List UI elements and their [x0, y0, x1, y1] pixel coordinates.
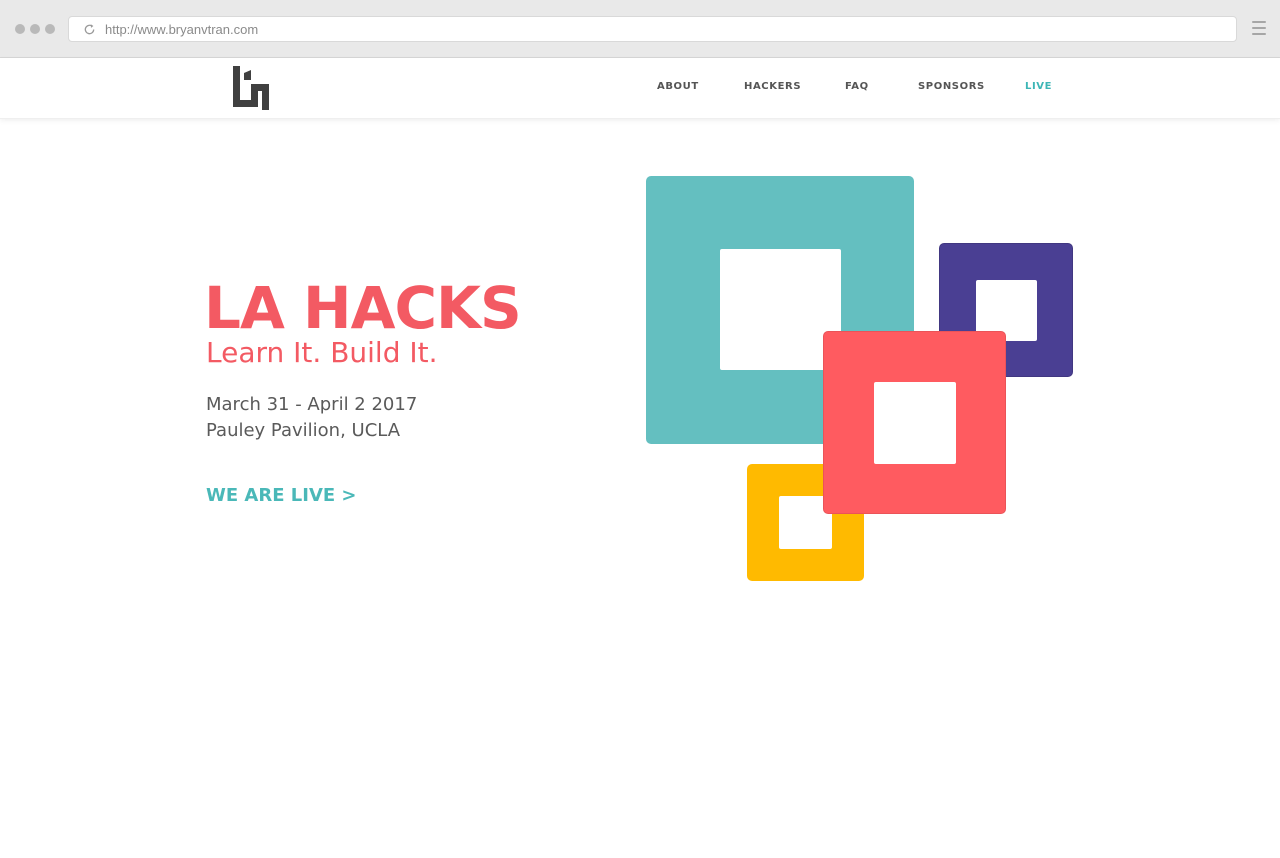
nav-link-about[interactable]: ABOUT [657, 81, 699, 92]
red-square-graphic [823, 331, 1006, 514]
nav-link-live[interactable]: LIVE [1025, 81, 1052, 92]
nav-link-faq[interactable]: FAQ [845, 81, 869, 92]
window-controls[interactable] [15, 24, 55, 34]
nav-link-hackers[interactable]: HACKERS [744, 81, 801, 92]
nav-link-sponsors[interactable]: SPONSORS [918, 81, 985, 92]
hero-title: LA HACKS [204, 274, 522, 342]
address-bar[interactable]: http://www.bryanvtran.com [68, 16, 1237, 42]
reload-icon[interactable] [83, 23, 96, 36]
event-venue: Pauley Pavilion, UCLA [206, 420, 401, 441]
hamburger-menu-icon[interactable] [1252, 21, 1266, 35]
we-are-live-link[interactable]: WE ARE LIVE > [206, 485, 357, 506]
hero-tagline: Learn It. Build It. [206, 336, 438, 369]
url-text[interactable]: http://www.bryanvtran.com [105, 22, 258, 37]
event-date: March 31 - April 2 2017 [206, 394, 418, 415]
window-dot-icon[interactable] [45, 24, 55, 34]
browser-chrome: http://www.bryanvtran.com [0, 0, 1280, 58]
square-hole [874, 382, 956, 464]
window-dot-icon[interactable] [15, 24, 25, 34]
lh-logo-icon[interactable] [231, 64, 271, 112]
window-dot-icon[interactable] [30, 24, 40, 34]
site-header: ABOUT HACKERS FAQ SPONSORS LIVE [0, 58, 1280, 119]
